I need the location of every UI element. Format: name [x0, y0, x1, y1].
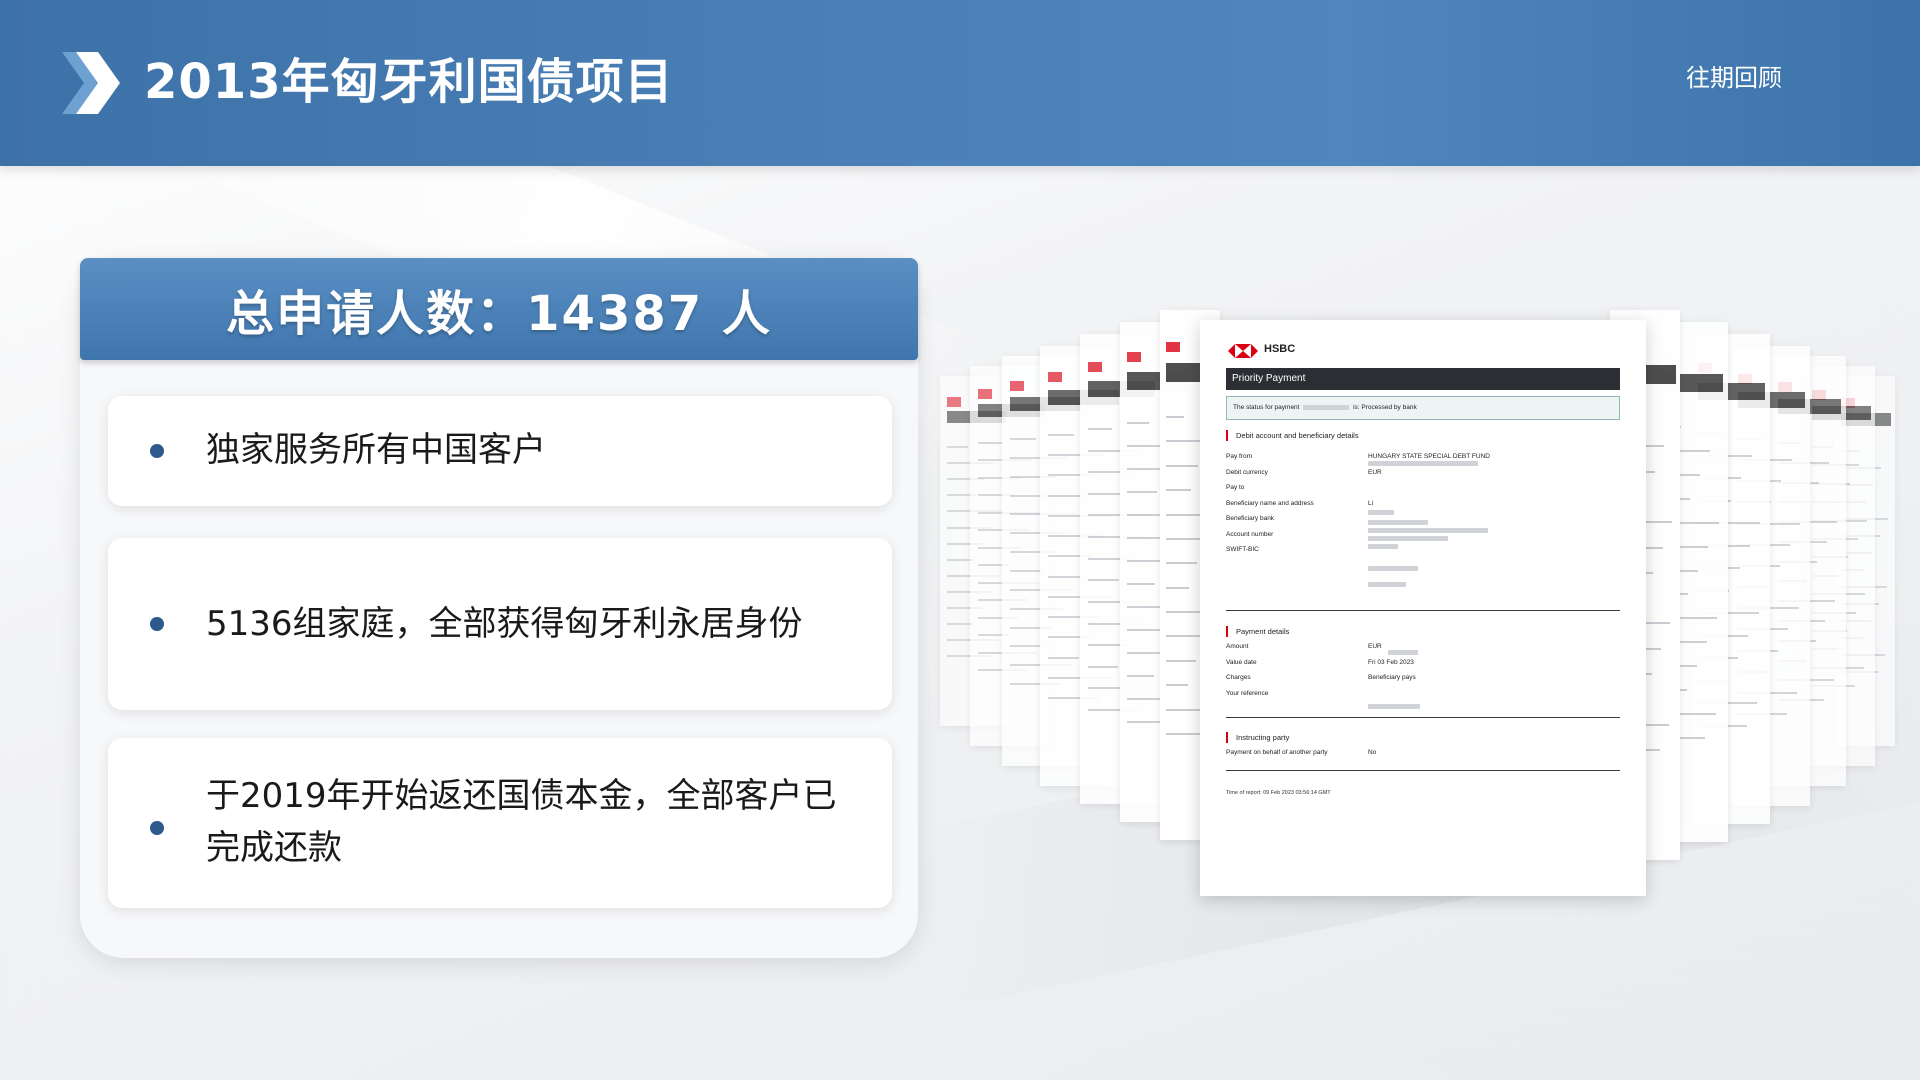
doc-row-key: SWIFT-BIC — [1226, 546, 1259, 553]
redacted-block — [1368, 528, 1488, 533]
doc-row-key: Charges — [1226, 674, 1251, 681]
fact-text: 独家服务所有中国客户 — [206, 430, 546, 470]
doc-row-key: Your reference — [1226, 689, 1269, 697]
doc-row-key: Value date — [1226, 658, 1257, 666]
doc-row-value: Beneficiary pays — [1368, 674, 1416, 681]
doc-row-value: EUR — [1368, 643, 1382, 650]
document-copy-line — [1010, 438, 1036, 440]
document-copy-line — [1127, 491, 1157, 493]
redacted-block — [1303, 404, 1350, 410]
payment-document: HSBC Priority Payment The status for pay… — [1200, 320, 1646, 896]
bullet-icon — [150, 444, 164, 458]
document-copy-line — [1127, 675, 1154, 677]
redacted-block — [1368, 510, 1394, 515]
applicant-count-banner: 总申请人数：14387 人 — [80, 258, 918, 360]
document-copy-line — [1048, 575, 1082, 578]
fact-item: 于2019年开始返还国债本金，全部客户已完成还款 — [108, 738, 892, 908]
document-copy-line — [1166, 586, 1190, 589]
document-copy-line — [1088, 579, 1120, 582]
fact-text: 于2019年开始返还国债本金，全部客户已完成还款 — [206, 776, 837, 868]
document-copy-line — [1166, 489, 1191, 492]
bullet-icon — [150, 821, 164, 835]
hsbc-logo-icon — [1010, 380, 1025, 391]
doc-title: Priority Payment — [1226, 368, 1620, 390]
document-copy-line — [1010, 645, 1042, 648]
hsbc-logo-icon — [978, 388, 992, 399]
redacted-block — [1368, 520, 1428, 525]
document-copy-line — [1048, 656, 1080, 659]
doc-row-value: HUNGARY STATE SPECIAL DEBT FUND — [1368, 453, 1490, 460]
doc-section-heading: Debit account and beneficiary details — [1226, 430, 1359, 441]
redacted-block — [1368, 544, 1398, 549]
doc-row-key: Amount — [1226, 643, 1249, 650]
doc-section-heading: Instructing party — [1226, 732, 1289, 743]
document-copy-line — [947, 623, 973, 626]
doc-row-key: Account number — [1226, 530, 1274, 538]
doc-section-heading: Payment details — [1226, 626, 1289, 637]
past-review-link[interactable]: 往期回顾 — [1686, 60, 1782, 96]
doc-row-value: Li — [1368, 499, 1374, 507]
redacted-block — [1368, 536, 1448, 541]
redacted-block — [1368, 461, 1478, 466]
document-copy-line — [1048, 494, 1083, 497]
doc-status: The status for payment is: Processed by … — [1226, 396, 1620, 420]
document-copy-line — [1166, 684, 1189, 687]
doc-row-value: EUR — [1368, 468, 1382, 476]
doc-row-key: Beneficiary bank — [1226, 515, 1275, 522]
document-copy-line — [1166, 562, 1198, 565]
document-copy-line — [1088, 492, 1121, 495]
doc-row-value: Fri 03 Feb 2023 — [1368, 658, 1414, 666]
doc-row-value: No — [1368, 749, 1377, 756]
document-copy-line — [1127, 583, 1156, 585]
fact-item: 5136组家庭，全部获得匈牙利永居身份 — [108, 538, 892, 710]
doc-row-key: Beneficiary name and address — [1226, 499, 1314, 507]
hsbc-logo-icon — [1048, 372, 1063, 383]
document-copy-line — [1010, 570, 1044, 573]
hsbc-logo-icon — [1166, 341, 1180, 352]
document-copy-line — [1166, 732, 1203, 735]
document-copy-line — [978, 442, 1002, 444]
doc-brand: HSBC — [1264, 343, 1296, 355]
document-copy-line — [1127, 652, 1164, 654]
document-copy-line — [1127, 560, 1165, 562]
hsbc-logo-icon — [1088, 362, 1102, 373]
document-copy-line — [1166, 464, 1199, 467]
doc-divider — [1226, 717, 1620, 718]
hsbc-logo-icon — [1228, 344, 1258, 358]
document-copy-line — [1048, 434, 1074, 436]
page-title: 2013年匈牙利国债项目 — [144, 54, 674, 110]
chevron-right-icon — [62, 52, 120, 114]
redacted-block — [1368, 582, 1406, 587]
hsbc-logo-icon — [1127, 352, 1142, 362]
document-copy-line — [1166, 659, 1196, 662]
doc-status-prefix: The status for payment — [1233, 404, 1300, 411]
document-copy-line — [1127, 422, 1149, 424]
applicant-count-text: 总申请人数：14387 人 — [226, 286, 772, 342]
doc-divider — [1226, 770, 1620, 771]
fact-item: 独家服务所有中国客户 — [108, 396, 892, 506]
document-copy-line — [947, 446, 968, 448]
doc-row-key: Pay from — [1226, 453, 1253, 460]
document-copy-line — [1166, 635, 1204, 638]
bullet-icon — [150, 617, 164, 631]
redacted-block — [1388, 650, 1418, 655]
fact-text: 5136组家庭，全部获得匈牙利永居身份 — [206, 604, 803, 644]
doc-row-key: Debit currency — [1226, 468, 1268, 476]
doc-status-suffix: is: Processed by bank — [1353, 404, 1417, 411]
header-bar: 2013年匈牙利国债项目 往期回顾 — [0, 0, 1920, 166]
doc-row-key: Pay to — [1226, 484, 1245, 491]
redacted-block — [1368, 704, 1420, 709]
payment-document-stack: HSBC Priority Payment The status for pay… — [930, 300, 1910, 920]
doc-footer: Time of report: 09 Feb 2023 03:56:14 GMT — [1226, 790, 1331, 796]
hsbc-logo-icon — [947, 397, 961, 407]
document-copy-line — [1088, 428, 1112, 430]
document-copy-line — [1166, 416, 1184, 418]
redacted-block — [1368, 566, 1418, 571]
stats-card: 总申请人数：14387 人 独家服务所有中国客户 5136组家庭，全部获得匈牙利… — [80, 258, 918, 958]
document-copy-line — [1088, 665, 1118, 668]
doc-row-key: Payment on behalf of another party — [1226, 749, 1328, 756]
doc-divider — [1226, 610, 1620, 611]
